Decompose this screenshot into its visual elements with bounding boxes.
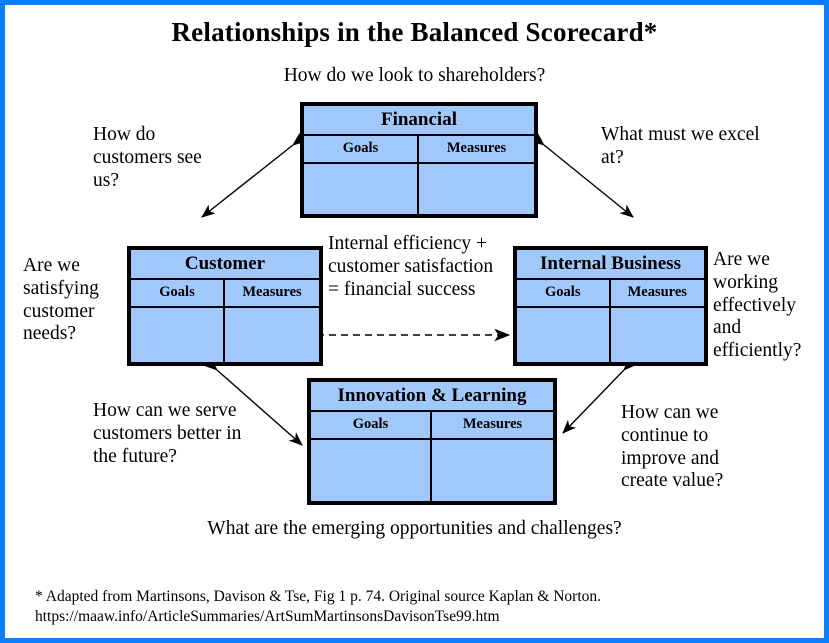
card-financial-body (304, 164, 534, 214)
question-right-middle: Are we working effectively and efficient… (713, 249, 802, 362)
card-internal-business-title: Internal Business (517, 250, 704, 280)
card-financial-column-headers: Goals Measures (304, 136, 534, 164)
question-bottom: What are the emerging opportunities and … (207, 518, 622, 539)
card-customer-measures-header: Measures (242, 284, 302, 300)
diagram-page: Relationships in the Balanced Scorecard*… (0, 0, 829, 643)
card-internal-business-body (517, 308, 704, 362)
card-financial-goals-cell (304, 164, 419, 214)
card-financial-title: Financial (304, 106, 534, 136)
card-internal-business: Internal Business Goals Measures (513, 246, 708, 366)
card-customer-column-headers: Goals Measures (131, 280, 319, 308)
card-customer-goals-header: Goals (131, 280, 225, 306)
card-innovation-learning-measures-header: Measures (462, 416, 523, 432)
card-innovation-learning-column-headers: Goals Measures (311, 412, 553, 440)
card-internal-business-measures-header: Measures (627, 284, 687, 300)
page-title: Relationships in the Balanced Scorecard* (171, 17, 658, 47)
question-left-bottom: How can we serve customers better in the… (93, 400, 242, 467)
question-right-top: What must we excel at? (601, 124, 760, 168)
center-statement: Internal efficiency + customer satisfact… (328, 233, 494, 300)
card-customer: Customer Goals Measures (127, 246, 323, 366)
card-internal-business-goals-header: Goals (517, 280, 611, 306)
card-customer-body (131, 308, 319, 362)
card-financial-measures-cell (419, 164, 534, 214)
card-innovation-learning-measures-cell (432, 440, 553, 501)
card-innovation-learning-title: Innovation & Learning (311, 382, 553, 412)
card-internal-business-goals-cell (517, 308, 611, 362)
question-right-bottom: How can we continue to improve and creat… (621, 402, 724, 492)
card-innovation-learning-goals-cell (311, 440, 432, 501)
card-innovation-learning-goals-header: Goals (311, 412, 432, 438)
card-financial-measures-header: Measures (446, 140, 507, 156)
diagram-canvas: Relationships in the Balanced Scorecard*… (5, 5, 824, 638)
question-top: How do we look to shareholders? (283, 65, 546, 86)
question-left-top: How do customers see us? (93, 124, 202, 191)
card-customer-goals-cell (131, 308, 225, 362)
card-customer-title: Customer (131, 250, 319, 280)
footnote-url[interactable]: https://maaw.info/ArticleSummaries/ArtSu… (35, 607, 795, 627)
card-internal-business-measures-cell (611, 308, 705, 362)
card-innovation-learning-body (311, 440, 553, 501)
question-left-middle: Are we satisfying customer needs? (23, 255, 99, 345)
arrow-internal-innovation (562, 356, 637, 434)
footnote-line-1: * Adapted from Martinsons, Davison & Tse… (35, 588, 602, 605)
card-innovation-learning: Innovation & Learning Goals Measures (307, 378, 557, 505)
footnote: * Adapted from Martinsons, Davison & Tse… (35, 587, 795, 628)
card-financial: Financial Goals Measures (300, 102, 538, 218)
card-financial-goals-header: Goals (304, 136, 419, 162)
card-customer-measures-cell (225, 308, 319, 362)
card-internal-business-column-headers: Goals Measures (517, 280, 704, 308)
